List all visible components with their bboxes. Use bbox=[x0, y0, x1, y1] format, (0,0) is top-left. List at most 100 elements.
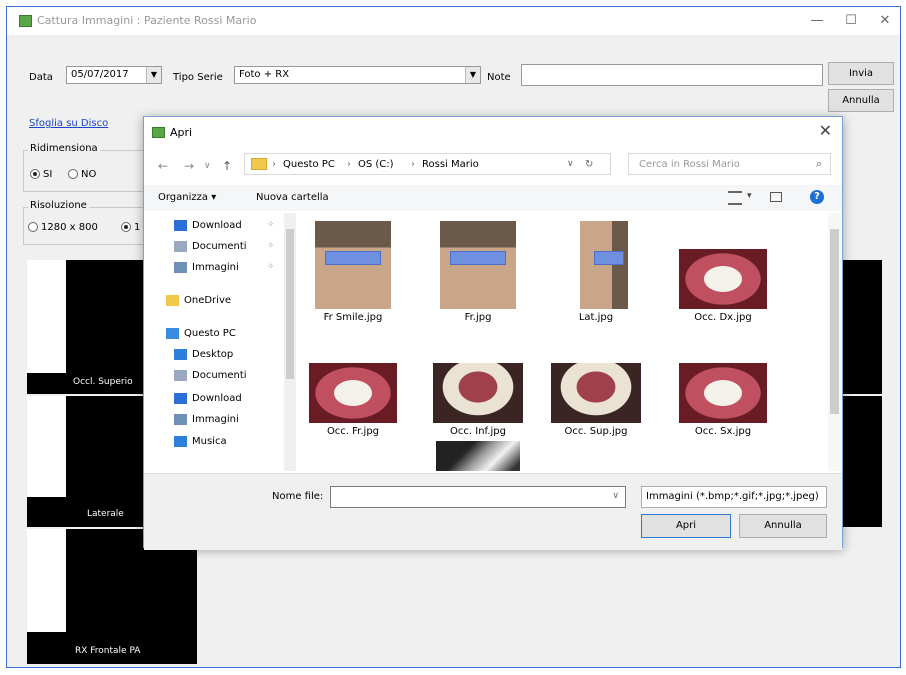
navigation-tree[interactable]: Download ✧ Documenti ✧ Immagini ✧ OneDrive Ques… bbox=[144, 213, 298, 471]
file-thumbnail[interactable]: Fr.jpg bbox=[428, 221, 528, 323]
onedrive-icon bbox=[166, 294, 179, 306]
note-label: Note bbox=[487, 72, 511, 83]
resize-group-label: Ridimensiona bbox=[28, 143, 100, 154]
file-thumbnail[interactable]: Occ. Dx.jpg bbox=[673, 221, 773, 323]
chevron-down-icon[interactable]: ▾ bbox=[747, 191, 752, 201]
thumbnail-image bbox=[315, 221, 391, 309]
refresh-icon[interactable]: ↻ bbox=[585, 159, 593, 170]
panel-caption: Occl. Superio bbox=[73, 377, 133, 387]
res-1280-radio[interactable]: 1280 x 800 bbox=[28, 222, 98, 233]
close-button[interactable]: ✕ bbox=[871, 11, 899, 31]
series-select[interactable]: Foto + RX ▼ bbox=[234, 66, 481, 84]
file-list[interactable]: Fr Smile.jpg Fr.jpg Lat.jpg Occ. Dx.jpg Occ.… bbox=[301, 213, 828, 471]
dialog-close-button[interactable]: ✕ bbox=[819, 121, 832, 140]
tree-scroll-thumb[interactable] bbox=[286, 229, 294, 379]
radio-selected-icon bbox=[30, 169, 40, 179]
file-thumbnail[interactable]: Occ. Sup.jpg bbox=[546, 335, 646, 437]
tree-item[interactable]: Musica bbox=[174, 433, 227, 451]
breadcrumb-folder[interactable]: Rossi Mario bbox=[422, 159, 479, 170]
res-1280-label: 1280 x 800 bbox=[41, 222, 98, 233]
file-name: Occ. Sup.jpg bbox=[564, 426, 628, 437]
radio-empty-icon bbox=[68, 169, 78, 179]
desktop-icon bbox=[174, 348, 187, 360]
address-dropdown-icon[interactable]: ∨ bbox=[567, 159, 574, 169]
file-thumbnail[interactable]: Occ. Sx.jpg bbox=[673, 335, 773, 437]
tree-item-label: Documenti bbox=[192, 241, 247, 252]
organize-menu[interactable]: Organizza ▾ bbox=[158, 192, 216, 203]
tree-item[interactable]: Download bbox=[174, 217, 242, 235]
send-button[interactable]: Invia bbox=[828, 62, 894, 85]
back-arrow-icon[interactable]: ← bbox=[158, 159, 168, 173]
resolution-group-label: Risoluzione bbox=[28, 200, 89, 211]
dialog-title: Apri bbox=[170, 126, 193, 139]
tree-item-label: Questo PC bbox=[184, 328, 236, 339]
address-bar[interactable]: › Questo PC › OS (C:) › Rossi Mario ∨ ↻ bbox=[244, 153, 611, 175]
dialog-cancel-button[interactable]: Annulla bbox=[739, 514, 827, 538]
resize-no-radio[interactable]: NO bbox=[68, 169, 96, 180]
tree-item[interactable]: Immagini bbox=[174, 259, 239, 277]
capture-panel-right-2[interactable] bbox=[837, 396, 882, 527]
thumbnail-image bbox=[564, 221, 628, 309]
tree-item[interactable]: Desktop bbox=[174, 346, 233, 364]
preview-pane-icon[interactable] bbox=[770, 192, 782, 202]
open-button[interactable]: Apri bbox=[641, 514, 731, 538]
computer-icon bbox=[166, 327, 179, 339]
thumbnail-image bbox=[307, 441, 399, 471]
chevron-down-icon[interactable]: ∨ bbox=[612, 491, 619, 501]
breadcrumb-sep: › bbox=[411, 159, 415, 170]
files-scroll-thumb[interactable] bbox=[830, 229, 839, 414]
file-thumbnail[interactable]: Fr Smile.jpg bbox=[303, 221, 403, 323]
panel-blank bbox=[27, 260, 66, 373]
forward-arrow-icon[interactable]: → bbox=[184, 159, 194, 173]
search-input[interactable]: Cerca in Rossi Mario bbox=[639, 159, 740, 170]
tree-item[interactable]: Documenti bbox=[174, 367, 247, 385]
documents-icon bbox=[174, 240, 187, 252]
filename-input[interactable]: ∨ bbox=[330, 486, 626, 508]
files-scrollbar[interactable] bbox=[828, 213, 841, 471]
tree-item-label: Musica bbox=[192, 436, 227, 447]
date-picker[interactable]: 05/07/2017 ▼ bbox=[66, 66, 162, 84]
tree-item[interactable]: Download bbox=[174, 390, 242, 408]
chevron-down-icon[interactable]: ▼ bbox=[146, 67, 161, 83]
file-thumbnail[interactable] bbox=[428, 441, 528, 471]
search-icon[interactable]: ⌕ bbox=[816, 157, 822, 171]
recent-chevron-icon[interactable]: ∨ bbox=[204, 161, 211, 171]
pin-icon[interactable]: ✧ bbox=[267, 241, 275, 251]
up-arrow-icon[interactable]: ↑ bbox=[222, 159, 232, 173]
tree-item-label: Immagini bbox=[192, 262, 239, 273]
pin-icon[interactable]: ✧ bbox=[267, 262, 275, 272]
breadcrumb-drive[interactable]: OS (C:) bbox=[358, 159, 394, 170]
file-thumbnail[interactable]: Occ. Fr.jpg bbox=[303, 335, 403, 437]
help-icon[interactable]: ? bbox=[810, 190, 824, 204]
title-bar[interactable]: Cattura Immagini : Paziente Rossi Mario … bbox=[7, 7, 900, 35]
file-thumbnail[interactable] bbox=[303, 441, 403, 471]
file-thumbnail[interactable]: Lat.jpg bbox=[546, 221, 646, 323]
tree-item[interactable]: Questo PC bbox=[166, 325, 236, 343]
search-box[interactable]: Cerca in Rossi Mario ⌕ bbox=[628, 153, 831, 175]
filetype-select[interactable]: Immagini (*.bmp;*.gif;*.jpg;*.jpeg) bbox=[641, 486, 827, 508]
window-title: Cattura Immagini : Paziente Rossi Mario bbox=[37, 14, 257, 27]
tree-item[interactable]: OneDrive bbox=[166, 292, 231, 310]
radio-empty-icon bbox=[28, 222, 38, 232]
pin-icon[interactable]: ✧ bbox=[267, 220, 275, 230]
file-thumbnail[interactable]: Occ. Inf.jpg bbox=[428, 335, 528, 437]
note-input[interactable] bbox=[521, 64, 823, 86]
res-2-radio[interactable]: 1 bbox=[121, 222, 140, 233]
view-options-icon[interactable] bbox=[728, 191, 742, 205]
tree-item[interactable]: Documenti bbox=[174, 238, 247, 256]
cancel-button[interactable]: Annulla bbox=[828, 89, 894, 112]
tree-item[interactable]: Immagini bbox=[174, 411, 239, 429]
maximize-button[interactable]: ☐ bbox=[837, 11, 865, 31]
minimize-button[interactable]: — bbox=[803, 11, 831, 31]
browse-disk-link[interactable]: Sfoglia su Disco bbox=[29, 118, 108, 129]
documents-icon bbox=[174, 369, 187, 381]
capture-panel-right-1[interactable] bbox=[837, 260, 882, 394]
chevron-down-icon[interactable]: ▼ bbox=[465, 67, 480, 83]
resize-yes-radio[interactable]: SI bbox=[30, 169, 52, 180]
thumbnail-image bbox=[440, 221, 516, 309]
download-icon bbox=[174, 219, 187, 231]
breadcrumb-this-pc[interactable]: Questo PC bbox=[283, 159, 335, 170]
new-folder-button[interactable]: Nuova cartella bbox=[256, 192, 329, 203]
tree-scrollbar[interactable] bbox=[284, 213, 296, 471]
tree-item-label: Desktop bbox=[192, 349, 234, 360]
